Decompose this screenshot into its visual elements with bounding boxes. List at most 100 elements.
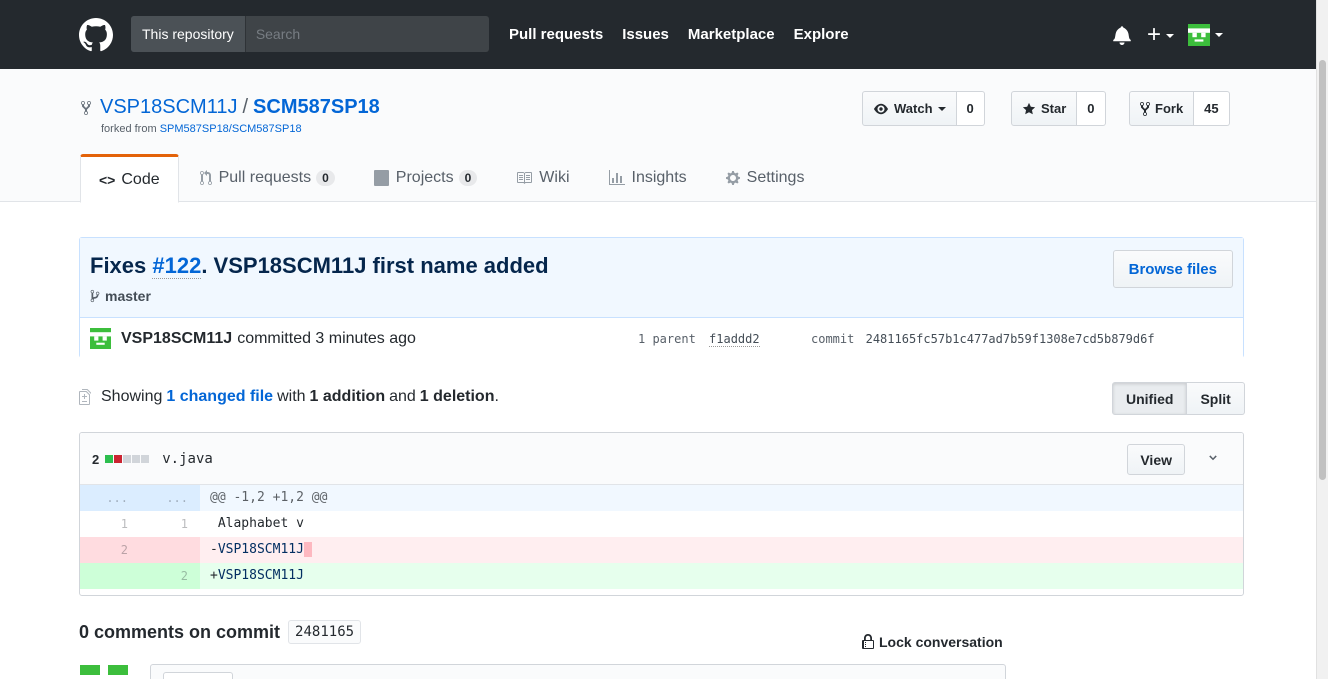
repo-separator: /	[242, 96, 249, 118]
chevron-down-icon	[937, 106, 946, 111]
user-avatar[interactable]	[1188, 24, 1211, 46]
avatar[interactable]	[90, 328, 111, 349]
file-diff-icon	[79, 389, 91, 405]
page-scrollbar[interactable]	[1316, 0, 1328, 679]
old-line-number[interactable]	[80, 563, 140, 589]
lock-conversation-label: Lock conversation	[879, 634, 1003, 650]
top-nav: Pull requests Issues Marketplace Explore	[509, 0, 868, 69]
star-label: Star	[1041, 101, 1067, 116]
comment-form	[150, 664, 1006, 679]
new-line-number[interactable]: 2	[140, 563, 200, 589]
line-code: Alaphabet v	[200, 511, 1243, 537]
chevron-down-icon[interactable]	[1207, 452, 1219, 464]
star-count[interactable]: 0	[1077, 91, 1106, 126]
commit-title-prefix: Fixes	[90, 253, 153, 278]
search-input[interactable]	[245, 16, 489, 52]
file-name-link[interactable]: v.java	[162, 451, 213, 467]
diff-line-context: 1 1 Alaphabet v	[80, 511, 1243, 537]
lock-icon	[862, 634, 874, 649]
repo-tabs: <> Code Pull requests 0 Projects 0 Wiki …	[80, 154, 825, 203]
additions-count: 1 addition	[309, 388, 386, 405]
search-scope-label: This repository	[131, 16, 246, 52]
deletions-count: 1 deletion	[419, 388, 495, 405]
lock-conversation-button[interactable]: Lock conversation	[862, 634, 1003, 650]
diff-view-toggle: Unified Split	[1112, 382, 1245, 415]
hunk-expand-new[interactable]: ...	[140, 485, 200, 511]
scrollbar-thumb[interactable]	[1319, 60, 1326, 480]
header-actions: +	[1113, 20, 1224, 50]
forked-from-label: forked from	[101, 123, 157, 135]
top-header: This repository Pull requests Issues Mar…	[0, 0, 1316, 69]
line-sign	[210, 516, 218, 531]
github-logo-icon[interactable]	[79, 18, 113, 52]
changed-files-link[interactable]: 1 changed file	[166, 388, 273, 406]
nav-pull-requests[interactable]: Pull requests	[509, 26, 603, 43]
new-menu-button[interactable]: +	[1147, 21, 1175, 48]
avatar[interactable]	[80, 665, 128, 679]
plus-icon: +	[1147, 21, 1162, 48]
forked-from-link[interactable]: SPM587SP18/SCM587SP18	[160, 123, 302, 135]
tab-pull-requests[interactable]: Pull requests 0	[182, 154, 353, 202]
commit-box: Fixes #122. VSP18SCM11J first name added…	[79, 237, 1244, 358]
hunk-text: @@ -1,2 +1,2 @@	[210, 490, 328, 505]
browse-files-button[interactable]: Browse files	[1112, 250, 1233, 288]
old-line-number[interactable]: 2	[80, 537, 140, 563]
comment-write-tab[interactable]	[163, 672, 233, 679]
nav-issues[interactable]: Issues	[622, 26, 669, 43]
repo-forked-icon	[81, 100, 91, 115]
watch-count[interactable]: 0	[956, 91, 985, 126]
branch-label: master	[90, 288, 151, 304]
hunk-expand-old[interactable]: ...	[80, 485, 140, 511]
repo-name-link[interactable]: SCM587SP18	[253, 96, 380, 119]
comments-heading-text: 0 comments on commit	[79, 621, 281, 642]
repo-title: VSP18SCM11J / SCM587SP18	[80, 96, 380, 119]
bell-icon[interactable]	[1113, 25, 1131, 45]
tab-wiki[interactable]: Wiki	[498, 154, 587, 202]
line-text: Alaphabet v	[217, 516, 304, 531]
new-line-number[interactable]: 1	[140, 511, 200, 537]
tab-projects-count: 0	[458, 170, 478, 186]
unified-button[interactable]: Unified	[1112, 382, 1188, 415]
commit-sha-info: commit 2481165fc57b1c477ad7b59f1308e7cd5…	[811, 332, 1155, 346]
split-button[interactable]: Split	[1187, 382, 1245, 415]
tab-projects-label: Projects	[395, 169, 454, 186]
repo-owner-link[interactable]: VSP18SCM11J	[100, 96, 237, 119]
fork-button[interactable]: Fork	[1129, 91, 1195, 126]
commit-header: Fixes #122. VSP18SCM11J first name added…	[80, 238, 1243, 318]
nav-explore[interactable]: Explore	[794, 26, 849, 43]
commit-title: Fixes #122. VSP18SCM11J first name added	[90, 253, 549, 279]
parent-sha-link[interactable]: f1addd2	[709, 332, 760, 347]
diffstat	[105, 455, 150, 463]
nav-marketplace[interactable]: Marketplace	[688, 26, 775, 43]
tab-projects[interactable]: Projects 0	[356, 154, 495, 202]
watch-label: Watch	[894, 101, 933, 116]
tab-insights[interactable]: Insights	[591, 154, 705, 202]
change-count: 2	[92, 451, 100, 467]
deleted-whitespace-highlight	[303, 542, 312, 557]
chevron-down-icon[interactable]	[1215, 33, 1224, 37]
git-branch-icon	[90, 289, 100, 303]
line-sign: -	[210, 542, 218, 557]
committed-text: committed 3 minutes ago	[237, 329, 416, 347]
file-info: 2 v.java	[92, 451, 213, 467]
diffstat-block	[141, 455, 150, 463]
watch-button[interactable]: Watch	[862, 91, 957, 126]
author-name[interactable]: VSP18SCM11J	[121, 330, 232, 348]
tab-code[interactable]: <> Code	[80, 154, 179, 203]
with-label: with	[277, 388, 306, 405]
new-line-number[interactable]	[140, 537, 200, 563]
star-button[interactable]: Star	[1011, 91, 1078, 126]
line-text: VSP18SCM11J	[217, 542, 304, 557]
old-line-number[interactable]: 1	[80, 511, 140, 537]
file-diff: 2 v.java View ... ... @@ -1,2 +1,2 @@ 1 …	[79, 432, 1244, 596]
tab-insights-label: Insights	[631, 169, 687, 186]
search-box: This repository	[131, 16, 489, 52]
tab-settings[interactable]: Settings	[708, 154, 823, 202]
project-icon	[373, 170, 389, 186]
issue-link[interactable]: #122	[152, 253, 202, 279]
line-code: +VSP18SCM11J	[200, 563, 1243, 589]
branch-name[interactable]: master	[105, 288, 151, 304]
view-file-button[interactable]: View	[1127, 444, 1185, 475]
fork-count[interactable]: 45	[1194, 91, 1230, 126]
tab-code-label: Code	[121, 170, 160, 188]
